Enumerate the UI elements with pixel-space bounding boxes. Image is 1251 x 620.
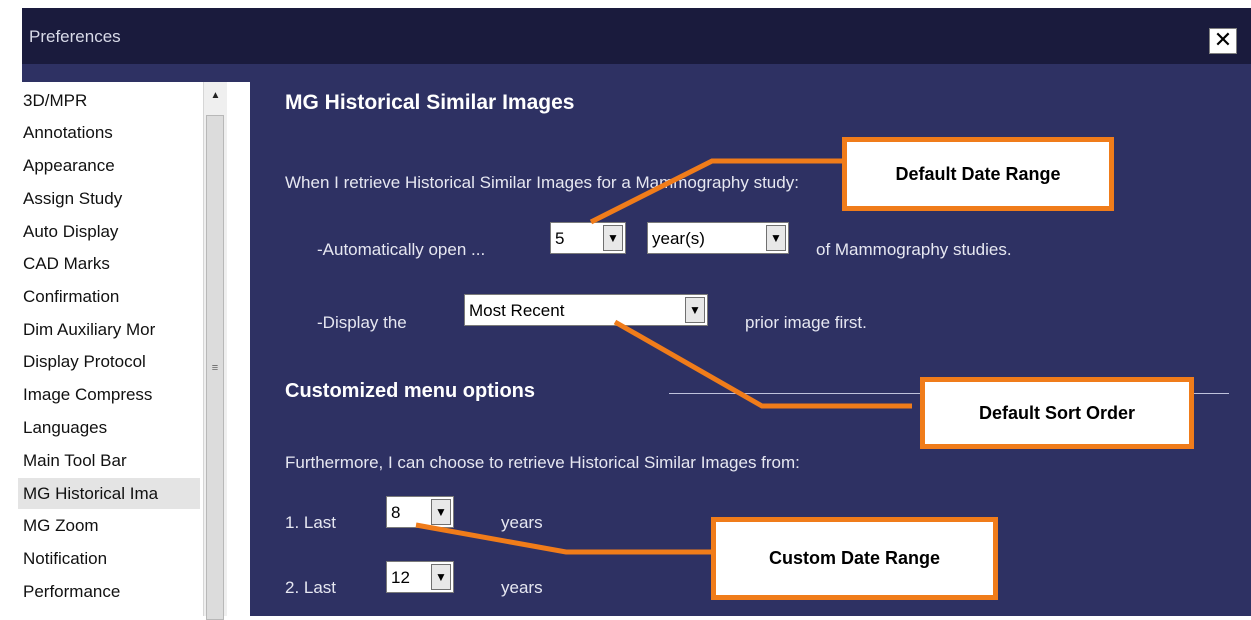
custom-date-range-leader — [415, 522, 712, 555]
callout-leader-lines — [415, 158, 912, 555]
callout-default-sort-order: Default Sort Order — [920, 377, 1194, 449]
callout-custom-date-range: Custom Date Range — [711, 517, 998, 600]
default-sort-order-leader — [613, 319, 912, 409]
callout-default-date-range: Default Date Range — [842, 137, 1114, 211]
default-date-range-leader — [589, 158, 842, 225]
